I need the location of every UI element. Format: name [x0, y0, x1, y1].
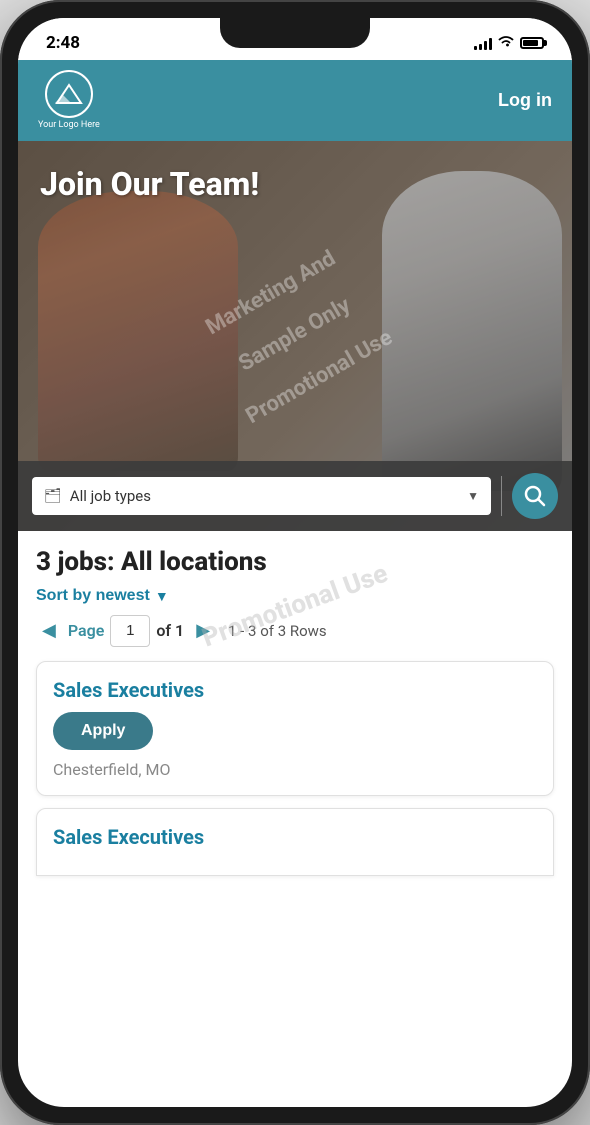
- job-type-select[interactable]: 🗂 All job types ▼: [32, 477, 491, 515]
- pagination-row: ◀ Page of 1 ▶ 1 - 3 of 3 Rows: [36, 615, 554, 647]
- job-title-2: Sales Executives: [53, 825, 537, 849]
- mountain-icon: [55, 83, 83, 105]
- page-prev-button[interactable]: ◀: [36, 618, 62, 643]
- sort-arrow-icon: ▼: [155, 588, 169, 604]
- job-card-2-partial: Sales Executives: [36, 808, 554, 876]
- job-type-icon: 🗂: [44, 488, 62, 504]
- sort-row: Sort by newest ▼: [36, 587, 554, 605]
- job-card-1: Sales Executives Apply Chesterfield, MO: [36, 661, 554, 796]
- status-time: 2:48: [46, 33, 80, 53]
- phone-screen: 2:48: [18, 18, 572, 1107]
- page-rows: 1 - 3 of 3 Rows: [228, 622, 327, 640]
- page-input[interactable]: [110, 615, 150, 647]
- battery-icon: [520, 37, 544, 49]
- logo-text: Your Logo Here: [38, 120, 100, 131]
- search-icon: [524, 485, 546, 507]
- page-of: of 1: [156, 621, 184, 640]
- content-area: 3 jobs: All locations Promotional Use So…: [18, 531, 572, 892]
- hero-section: Join Our Team! Marketing And Sample Only…: [18, 141, 572, 531]
- phone-frame: 2:48: [0, 0, 590, 1125]
- sort-label: Sort by newest: [36, 587, 150, 605]
- login-button[interactable]: Log in: [498, 90, 552, 111]
- search-divider: [501, 476, 502, 516]
- sort-button[interactable]: Sort by newest ▼: [36, 587, 169, 605]
- job-title-1: Sales Executives: [53, 678, 537, 702]
- dropdown-arrow-icon: ▼: [467, 489, 479, 503]
- page-next-button[interactable]: ▶: [190, 618, 216, 643]
- logo-area: Your Logo Here: [38, 70, 100, 131]
- hero-title: Join Our Team!: [40, 165, 259, 203]
- app-header: Your Logo Here Log in: [18, 60, 572, 141]
- job-type-label: All job types: [70, 487, 459, 505]
- wifi-icon: [497, 34, 515, 52]
- signal-icon: [474, 36, 492, 50]
- apply-button-1[interactable]: Apply: [53, 712, 153, 750]
- job-location-1: Chesterfield, MO: [53, 760, 537, 779]
- status-icons: [474, 34, 544, 52]
- logo-icon: [45, 70, 93, 118]
- jobs-heading: 3 jobs: All locations: [36, 547, 554, 577]
- page-label: Page: [68, 621, 104, 640]
- notch: [220, 18, 370, 48]
- search-button[interactable]: [512, 473, 558, 519]
- search-bar: 🗂 All job types ▼: [18, 461, 572, 531]
